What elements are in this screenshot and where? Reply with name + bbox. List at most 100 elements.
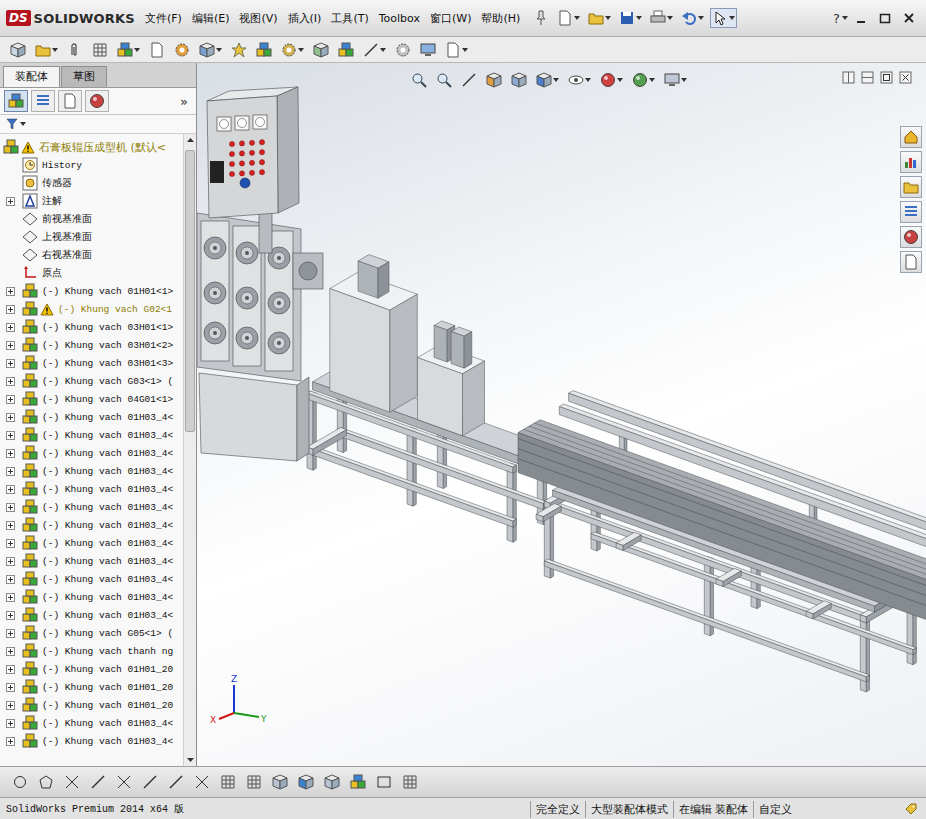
tree-item[interactable]: (-) Khung vach 03H01<1> bbox=[0, 318, 183, 336]
panel-tab[interactable] bbox=[85, 90, 109, 112]
expand-icon[interactable] bbox=[6, 341, 15, 350]
dropdown-caret-icon[interactable] bbox=[574, 16, 580, 20]
sketch-tool-button[interactable] bbox=[88, 772, 108, 792]
dropdown-caret-icon[interactable] bbox=[216, 48, 222, 52]
tree-scrollbar[interactable] bbox=[183, 134, 196, 766]
sketch-tool-button[interactable] bbox=[322, 772, 342, 792]
tree-item[interactable]: History bbox=[0, 156, 183, 174]
expand-icon[interactable] bbox=[6, 323, 15, 332]
expand-icon[interactable] bbox=[6, 431, 15, 440]
tree-item[interactable]: (-) Khung vach 03H01<3> bbox=[0, 354, 183, 372]
graphics-area[interactable]: ZXY bbox=[197, 63, 926, 766]
dropdown-caret-icon[interactable] bbox=[842, 16, 848, 20]
expand-icon[interactable] bbox=[6, 737, 15, 746]
tree-item[interactable]: (-) Khung vach 01H03_4< bbox=[0, 480, 183, 498]
view-button[interactable] bbox=[509, 70, 529, 90]
expand-icon[interactable] bbox=[6, 521, 15, 530]
dropdown-caret-icon[interactable] bbox=[667, 16, 673, 20]
sketch-tool-button[interactable] bbox=[244, 772, 264, 792]
tree-item[interactable]: (-) Khung vach 01H03_4< bbox=[0, 408, 183, 426]
view-button[interactable] bbox=[566, 70, 593, 90]
viewport-control-icon[interactable] bbox=[861, 71, 874, 84]
expand-icon[interactable] bbox=[6, 719, 15, 728]
tree-item[interactable]: (-) Khung vach 01H01_20 bbox=[0, 696, 183, 714]
tree-item[interactable]: (-) Khung vach 01H03_4< bbox=[0, 462, 183, 480]
tree-item[interactable]: (-) Khung vach G02<1 bbox=[0, 300, 183, 318]
task-pane-button[interactable] bbox=[900, 151, 922, 173]
tree-item[interactable]: (-) Khung vach 01H03_4< bbox=[0, 498, 183, 516]
expand-icon[interactable] bbox=[6, 611, 15, 620]
expand-icon[interactable] bbox=[6, 647, 15, 656]
tag-icon[interactable] bbox=[904, 802, 918, 816]
view-button[interactable] bbox=[630, 70, 657, 90]
sketch-tool-button[interactable] bbox=[400, 772, 420, 792]
toolbar-button[interactable] bbox=[33, 40, 60, 60]
view-button[interactable] bbox=[484, 70, 504, 90]
view-button[interactable] bbox=[534, 70, 561, 90]
expand-icon[interactable] bbox=[6, 413, 15, 422]
expand-icon[interactable] bbox=[6, 665, 15, 674]
tree-item[interactable]: (-) Khung vach 01H03_4< bbox=[0, 444, 183, 462]
dropdown-caret-icon[interactable] bbox=[636, 16, 642, 20]
menu-item[interactable]: 帮助(H) bbox=[476, 9, 525, 28]
sketch-tool-button[interactable] bbox=[374, 772, 394, 792]
tree-item[interactable]: (-) Khung vach 01H03_4< bbox=[0, 552, 183, 570]
viewport-control-icon[interactable] bbox=[842, 71, 855, 84]
expand-icon[interactable] bbox=[6, 701, 15, 710]
expand-icon[interactable] bbox=[6, 593, 15, 602]
toolbar-button[interactable] bbox=[336, 40, 356, 60]
menu-item[interactable]: 编辑(E) bbox=[187, 9, 235, 28]
menu-item[interactable]: 文件(F) bbox=[140, 9, 187, 28]
toolbar-button[interactable] bbox=[648, 8, 675, 28]
tree-filter[interactable] bbox=[0, 115, 196, 134]
dropdown-caret-icon[interactable] bbox=[52, 48, 58, 52]
menu-item[interactable]: Toolbox bbox=[374, 10, 425, 27]
dropdown-caret-icon[interactable] bbox=[698, 16, 704, 20]
expand-icon[interactable] bbox=[6, 449, 15, 458]
expand-icon[interactable] bbox=[6, 575, 15, 584]
dropdown-caret-icon[interactable] bbox=[553, 78, 559, 82]
toolbar-button[interactable] bbox=[393, 40, 413, 60]
tree-item[interactable]: (-) Khung vach 03H01<2> bbox=[0, 336, 183, 354]
viewport-control-icon[interactable] bbox=[899, 71, 912, 84]
toolbar-button[interactable] bbox=[229, 40, 249, 60]
tree-item[interactable]: (-) Khung vach 01H03_4< bbox=[0, 516, 183, 534]
expand-icon[interactable] bbox=[6, 395, 15, 404]
tree-item[interactable]: (-) Khung vach 01H03_4< bbox=[0, 534, 183, 552]
scroll-down[interactable] bbox=[184, 754, 196, 766]
tree-item[interactable]: (-) Khung vach thanh ng bbox=[0, 642, 183, 660]
sketch-tool-button[interactable] bbox=[296, 772, 316, 792]
toolbar-button[interactable] bbox=[65, 40, 85, 60]
tree-item[interactable]: (-) Khung vach G05<1> ( bbox=[0, 624, 183, 642]
tree-item[interactable]: (-) Khung vach G03<1> ( bbox=[0, 372, 183, 390]
tree-item[interactable]: (-) Khung vach 01H01_20 bbox=[0, 678, 183, 696]
panel-tab[interactable] bbox=[4, 90, 28, 112]
sketch-tool-button[interactable] bbox=[10, 772, 30, 792]
panel-tab[interactable] bbox=[31, 90, 55, 112]
toolbar-button[interactable] bbox=[443, 40, 470, 60]
sketch-tool-button[interactable] bbox=[348, 772, 368, 792]
tree-item[interactable]: (-) Khung vach 04G01<1> bbox=[0, 390, 183, 408]
sketch-tool-button[interactable] bbox=[270, 772, 290, 792]
task-pane-button[interactable] bbox=[900, 201, 922, 223]
toolbar-button[interactable] bbox=[115, 40, 142, 60]
expand-icon[interactable] bbox=[6, 557, 15, 566]
dropdown-caret-icon[interactable] bbox=[298, 48, 304, 52]
expand-icon[interactable] bbox=[6, 485, 15, 494]
menu-item[interactable]: 视图(V) bbox=[234, 9, 282, 28]
toolbar-button[interactable] bbox=[279, 40, 306, 60]
dropdown-caret-icon[interactable] bbox=[585, 78, 591, 82]
dropdown-caret-icon[interactable] bbox=[605, 16, 611, 20]
expand-icon[interactable] bbox=[6, 197, 15, 206]
dropdown-caret-icon[interactable] bbox=[380, 48, 386, 52]
dropdown-caret-icon[interactable] bbox=[617, 78, 623, 82]
toolbar-button[interactable] bbox=[361, 40, 388, 60]
toolbar-button[interactable] bbox=[710, 8, 737, 28]
dropdown-caret-icon[interactable] bbox=[649, 78, 655, 82]
sketch-tool-button[interactable] bbox=[114, 772, 134, 792]
task-pane-button[interactable] bbox=[900, 176, 922, 198]
view-button[interactable] bbox=[459, 70, 479, 90]
more-tabs-button[interactable]: » bbox=[180, 94, 192, 109]
help-button[interactable]: ? bbox=[829, 11, 852, 26]
model-viewport-canvas[interactable]: ZXY bbox=[197, 63, 926, 766]
